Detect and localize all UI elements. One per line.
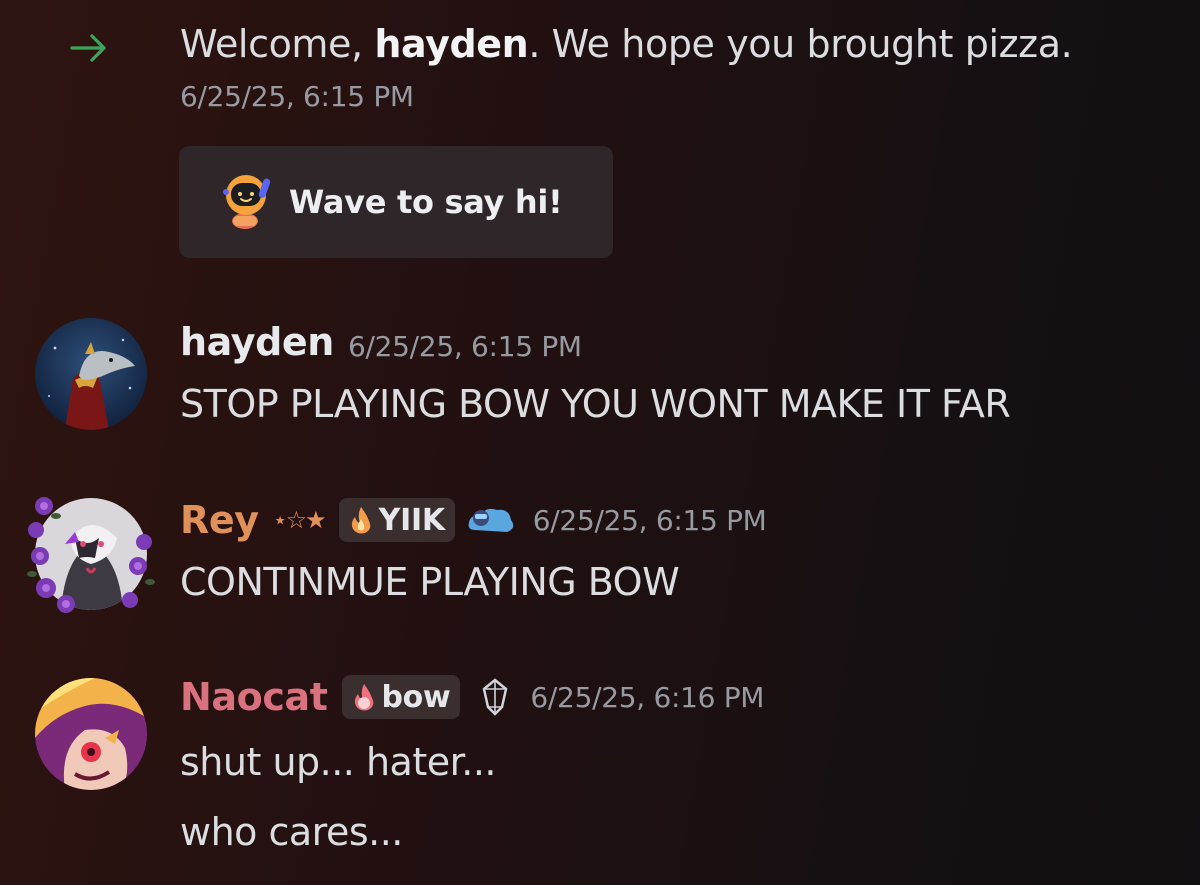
guild-tag-label: YIIK: [378, 502, 445, 538]
guild-tag[interactable]: bow: [341, 675, 461, 719]
avatar-decoration-roses: [27, 497, 155, 613]
author-name[interactable]: Naocat: [180, 675, 328, 719]
message-content: who cares...: [180, 810, 403, 854]
message-header-rey: Rey ⋆☆★ YIIK 6/25/25, 6:15 PM: [180, 498, 767, 542]
guild-tag-label: bow: [381, 679, 451, 715]
author-name[interactable]: hayden: [180, 320, 334, 364]
wumpus-wave-icon: [223, 175, 271, 229]
welcome-suffix: . We hope you brought pizza.: [528, 22, 1073, 66]
message-timestamp: 6/25/25, 6:16 PM: [530, 680, 765, 714]
name-decoration: ⋆☆★: [272, 506, 327, 534]
message-content: CONTINMUE PLAYING BOW: [180, 560, 680, 604]
crystal-badge-icon[interactable]: [476, 677, 514, 717]
guild-tag[interactable]: YIIK: [338, 498, 455, 542]
cloud-badge-icon[interactable]: [465, 500, 517, 540]
avatar-hayden[interactable]: [35, 318, 147, 430]
avatar-naocat[interactable]: [35, 678, 147, 790]
message-content: STOP PLAYING BOW YOU WONT MAKE IT FAR: [180, 382, 1011, 426]
author-name[interactable]: Rey: [180, 498, 259, 542]
welcome-message: Welcome, hayden. We hope you brought piz…: [180, 22, 1073, 66]
welcome-username[interactable]: hayden: [374, 22, 528, 66]
wave-button-label: Wave to say hi!: [289, 183, 563, 221]
message-timestamp: 6/25/25, 6:15 PM: [348, 330, 582, 363]
join-arrow-icon: [70, 34, 106, 62]
welcome-prefix: Welcome,: [180, 22, 375, 66]
fire-icon: [351, 507, 371, 534]
system-timestamp: 6/25/25, 6:15 PM: [180, 80, 414, 113]
message-header-naocat: Naocat bow 6/25/25, 6:16 PM: [180, 675, 764, 719]
message-timestamp: 6/25/25, 6:15 PM: [532, 503, 767, 537]
message-author-hayden[interactable]: hayden: [180, 320, 334, 364]
flame-orb-icon: [354, 684, 373, 711]
wave-button[interactable]: Wave to say hi!: [179, 146, 613, 258]
message-content: shut up... hater...: [180, 740, 497, 784]
